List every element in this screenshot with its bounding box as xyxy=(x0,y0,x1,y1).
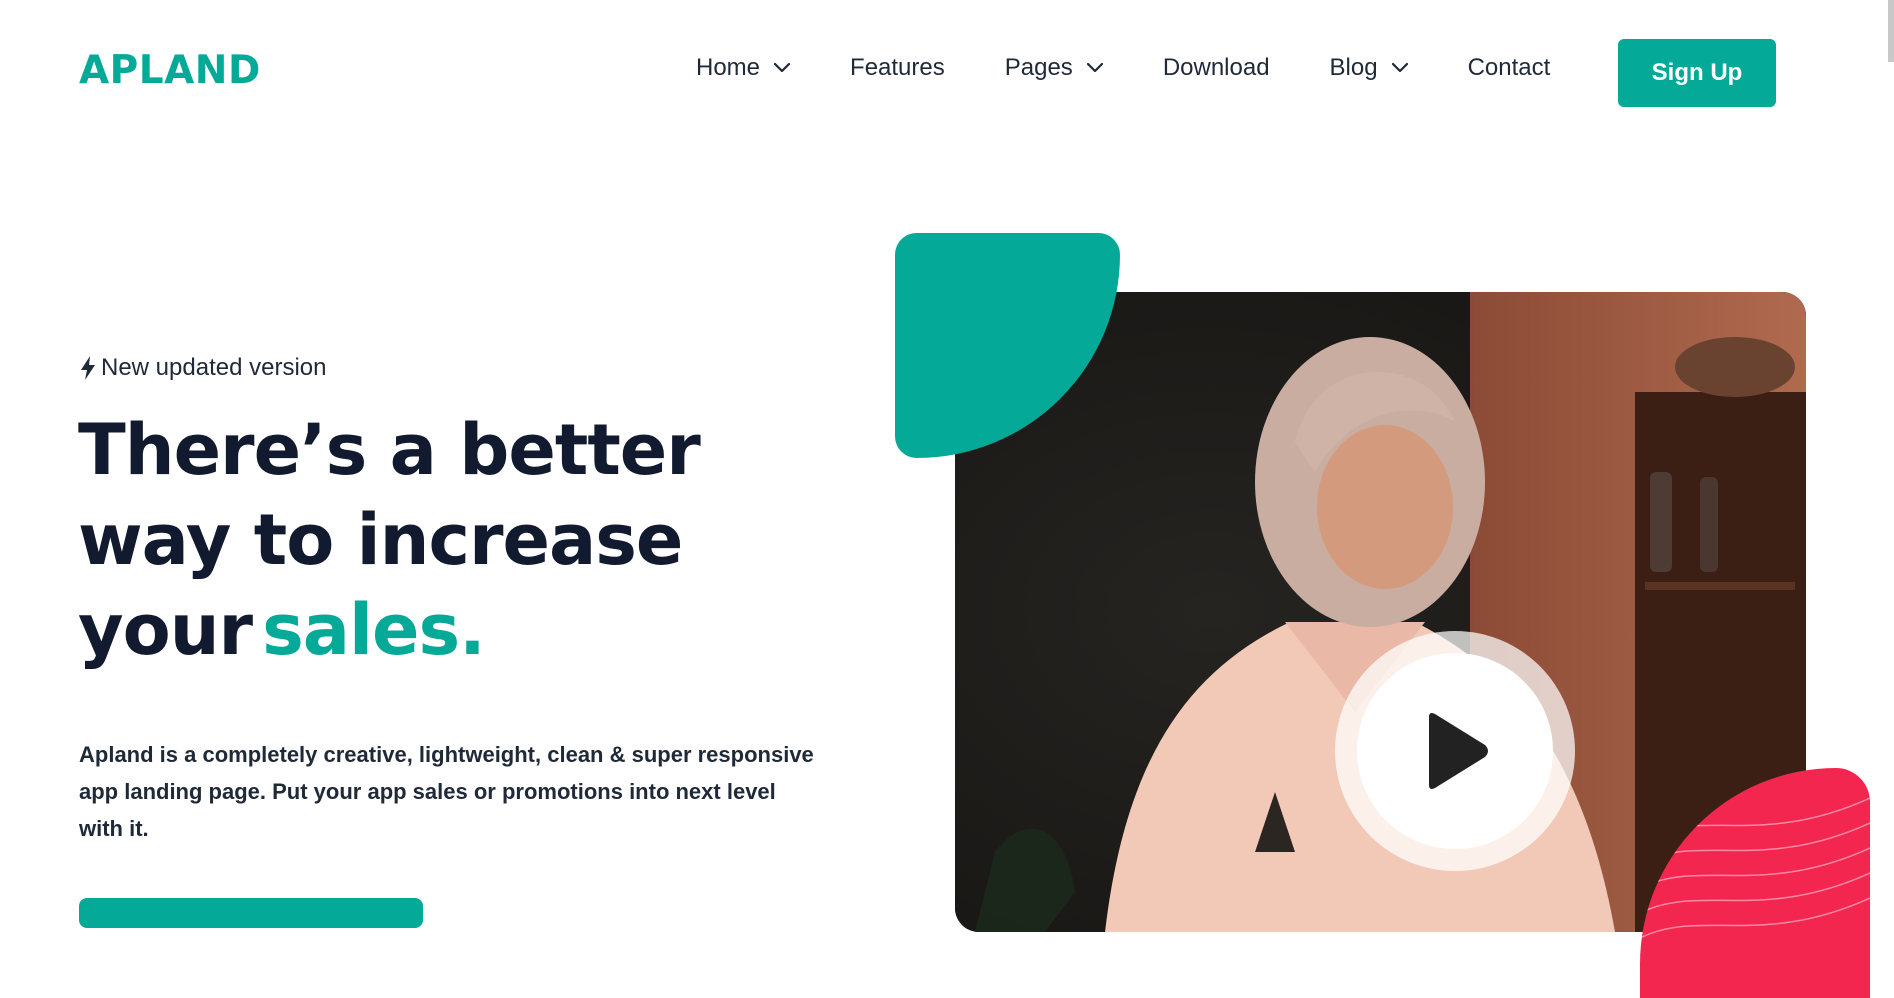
version-badge: New updated version xyxy=(79,354,326,382)
nav-item-label: Contact xyxy=(1467,54,1551,81)
nav-item-label: Home xyxy=(696,54,761,81)
play-button-inner xyxy=(1357,653,1553,849)
headline-line-2: way to increase xyxy=(78,499,683,581)
headline-line-3: your xyxy=(78,589,253,671)
version-badge-text: New updated version xyxy=(101,354,327,381)
nav-item-contact[interactable]: Contact xyxy=(1468,54,1551,82)
nav-item-label: Pages xyxy=(1004,54,1073,81)
nav-item-features[interactable]: Features xyxy=(850,54,945,82)
nav-item-label: Download xyxy=(1162,54,1270,81)
nav-item-blog[interactable]: Blog xyxy=(1330,54,1408,82)
nav-item-label: Features xyxy=(850,54,945,81)
main-nav: Home Features Pages Download Blog Contac… xyxy=(696,54,1550,82)
hero-headline: There’s a better way to increase your sal… xyxy=(78,405,701,675)
hero-description: Apland is a completely creative, lightwe… xyxy=(79,742,814,841)
headline-line-1: There’s a better xyxy=(78,409,701,491)
page-scrollbar[interactable] xyxy=(1888,0,1894,62)
sign-up-button[interactable]: Sign Up xyxy=(1618,39,1776,107)
bolt-icon xyxy=(81,356,95,380)
brand-logo[interactable]: APLAND xyxy=(79,48,261,93)
headline-accent: sales. xyxy=(262,589,486,671)
chevron-down-icon xyxy=(1391,63,1408,73)
chevron-down-icon xyxy=(774,63,791,73)
nav-item-pages[interactable]: Pages xyxy=(1005,54,1103,82)
play-icon xyxy=(1429,713,1488,789)
nav-item-download[interactable]: Download xyxy=(1163,54,1270,82)
cta-button[interactable] xyxy=(79,898,423,928)
nav-item-home[interactable]: Home xyxy=(696,54,791,82)
chevron-down-icon xyxy=(1086,63,1103,73)
play-video-button[interactable] xyxy=(1335,631,1575,871)
nav-item-label: Blog xyxy=(1329,54,1378,81)
